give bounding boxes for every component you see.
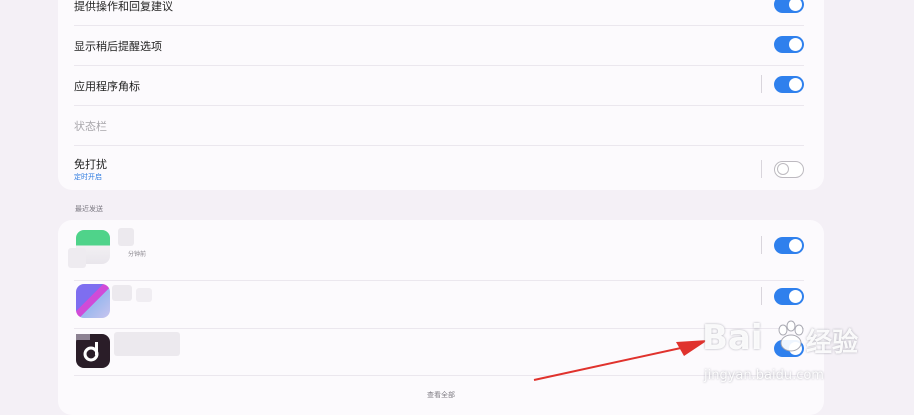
watermark-brand-jingyan: 经验 xyxy=(806,328,859,358)
watermark-brand: Bai xyxy=(702,318,763,358)
paw-icon xyxy=(778,320,804,352)
watermark-url: jingyan.baidu.com xyxy=(704,368,824,383)
baidu-watermark: Bai 经验 jingyan.baidu.com xyxy=(700,318,865,394)
